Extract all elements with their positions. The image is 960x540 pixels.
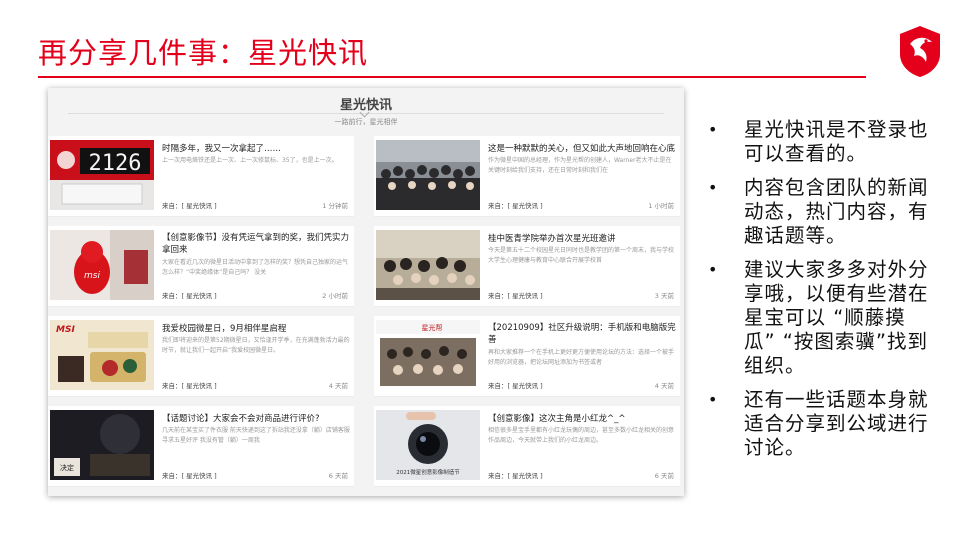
article-source[interactable]: 来自：[ 星光快讯 ] xyxy=(488,380,543,390)
article-time: 6 天前 xyxy=(654,472,674,480)
article-title[interactable]: 时隔多年，我又一次拿起了…… xyxy=(162,142,350,154)
bullet-item: • 内容包含团队的新闻动态，热门内容，有趣话题等。 xyxy=(704,176,934,248)
article-thumbnail xyxy=(376,140,480,210)
article-thumbnail: 2021微星创意影像制造节 xyxy=(376,410,480,480)
thumbnail-brand-text: MSI xyxy=(56,325,75,335)
bullet-icon: • xyxy=(708,390,719,409)
article-title[interactable]: 桂中医青学院举办首次星光班邀讲 xyxy=(488,232,676,244)
thumbnail-logo-text: msi xyxy=(84,271,100,281)
article-time: 3 天前 xyxy=(654,292,674,300)
article-thumbnail: 2126 xyxy=(50,140,154,210)
article-time: 6 天前 xyxy=(328,472,348,480)
article-card[interactable]: 2126 时隔多年，我又一次拿起了…… 上一次用电烙铁还是上一次、上一次修鼠标、… xyxy=(48,136,354,217)
article-time: 4 天前 xyxy=(654,382,674,390)
article-thumbnail: MSI xyxy=(50,320,154,390)
article-card[interactable]: 这是一种默默的关心，但又如此大声地回响在心底 作为微星中国的总经理，作为星光帮的… xyxy=(374,136,680,217)
article-time: 1 小时前 xyxy=(648,202,674,210)
bullet-list: • 星光快讯是不登录也可以查看的。 • 内容包含团队的新闻动态，热门内容，有趣话… xyxy=(704,118,934,470)
bullet-item: • 星光快讯是不登录也可以查看的。 xyxy=(704,118,934,166)
thumbnail-poster-text: 2021微星创意影像制造节 xyxy=(396,468,460,476)
article-source[interactable]: 来自：[ 星光快讯 ] xyxy=(488,200,543,210)
article-card[interactable]: 决定 【话题讨论】大家会不会对商品进行评价? 几天前在某宝买了件衣服 前天快递到… xyxy=(48,406,354,487)
article-card[interactable]: 星光帮 【20210909】社区升级说明：手机版和电脑版完善 再和大家推荐一个在… xyxy=(374,316,680,397)
article-thumbnail xyxy=(376,230,480,300)
article-card[interactable]: msi 【创意影像节】没有凭运气拿到的奖，我们凭实力拿回来 大家在看近几次的微星… xyxy=(48,226,354,307)
article-time: 1 分钟前 xyxy=(322,202,348,210)
bullet-icon: • xyxy=(708,178,719,197)
article-source[interactable]: 来自：[ 星光快讯 ] xyxy=(162,290,217,300)
article-summary: 相信很多星宝手里都有小红龙玩偶的周边，甚至多数小红龙相关的创意作品周边，今天就带… xyxy=(488,427,675,444)
article-summary: 我们即将迎来的是第52期微星日，又恰逢开学季，在充满蓬勃活力最的时节，就让我们一… xyxy=(162,337,350,354)
bullet-text: 建议大家多多对外分享哦，以便有些潜在星宝可以 “顺藤摸瓜” “按图索骥”找到组织… xyxy=(744,258,929,377)
article-time: 4 天前 xyxy=(328,382,348,390)
article-thumbnail: 决定 xyxy=(50,410,154,480)
thumbnail-card-text: 决定 xyxy=(60,463,74,472)
clock-digits: 2126 xyxy=(89,151,142,176)
article-title[interactable]: 【创意影像】这次主角是小红龙^_^ xyxy=(488,412,676,424)
site-subtitle: 一路前行，星光相伴 xyxy=(334,118,398,126)
article-title[interactable]: 【20210909】社区升级说明：手机版和电脑版完善 xyxy=(488,322,676,346)
web-screenshot: 星光快讯 一路前行，星光相伴 2126 时隔多年，我又一次拿起了…… 上一次用电… xyxy=(48,88,684,496)
title-divider xyxy=(38,76,866,78)
article-summary: 作为微星中国的总经理，作为星光帮的创建人，Warner老大不止是在关键时刻给我们… xyxy=(488,157,672,174)
article-card[interactable]: 桂中医青学院举办首次星光班邀讲 今天是第五十二个校园星光日同时也是教学团的第一个… xyxy=(374,226,680,307)
article-summary: 今天是第五十二个校园星光日同时也是教学团的第一个周末，我与学校大学生心理健康与教… xyxy=(488,247,675,264)
article-source[interactable]: 来自：[ 星光快讯 ] xyxy=(488,470,543,480)
bullet-text: 还有一些话题本身就适合分享到公域进行讨论。 xyxy=(744,388,929,459)
screenshot-header: 星光快讯 一路前行，星光相伴 xyxy=(48,88,684,126)
article-source[interactable]: 来自：[ 星光快讯 ] xyxy=(162,200,217,210)
article-title[interactable]: 这是一种默默的关心，但又如此大声地回响在心底 xyxy=(488,142,676,154)
bullet-item: • 还有一些话题本身就适合分享到公域进行讨论。 xyxy=(704,388,934,460)
article-card[interactable]: 2021微星创意影像制造节 【创意影像】这次主角是小红龙^_^ 相信很多星宝手里… xyxy=(374,406,680,487)
article-summary: 上一次用电烙铁还是上一次、上一次修鼠标、35了，也是上一次。 xyxy=(162,157,338,164)
article-summary: 再和大家推荐一个在手机上更好更方便使用论坛的方法：选择一个被手好用的浏览器，把论… xyxy=(488,349,675,366)
article-thumbnail: msi xyxy=(50,230,154,300)
article-title[interactable]: 【话题讨论】大家会不会对商品进行评价? xyxy=(162,412,350,424)
bullet-text: 星光快讯是不登录也可以查看的。 xyxy=(744,118,929,165)
article-source[interactable]: 来自：[ 星光快讯 ] xyxy=(162,470,217,480)
article-title[interactable]: 【创意影像节】没有凭运气拿到的奖，我们凭实力拿回来 xyxy=(162,232,350,256)
article-source[interactable]: 来自：[ 星光快讯 ] xyxy=(162,380,217,390)
bullet-icon: • xyxy=(708,260,719,279)
article-source[interactable]: 来自：[ 星光快讯 ] xyxy=(488,290,543,300)
article-summary: 大家在看近几次的微星日活动中拿到了怎样的奖？想凭自己独家的运气怎么样？“中奖绝缘… xyxy=(162,259,349,276)
bullet-text: 内容包含团队的新闻动态，热门内容，有趣话题等。 xyxy=(744,176,929,247)
bullet-item: • 建议大家多多对外分享哦，以便有些潜在星宝可以 “顺藤摸瓜” “按图索骥”找到… xyxy=(704,258,934,378)
article-thumbnail: 星光帮 xyxy=(376,320,480,390)
article-card[interactable]: MSI 我爱校园微星日，9月相伴星启程 我们即将迎来的是第52期微星日，又恰逢开… xyxy=(48,316,354,397)
bullet-icon: • xyxy=(708,120,719,139)
article-summary: 几天前在某宝买了件衣服 前天快递到这了拆站我还没拿（躺）店铺客服寻求五星好评 我… xyxy=(162,427,350,444)
article-time: 2 小时前 xyxy=(322,292,348,300)
article-title[interactable]: 我爱校园微星日，9月相伴星启程 xyxy=(162,322,350,334)
slide-title: 再分享几件事：星光快讯 xyxy=(38,36,369,70)
thumbnail-site-text: 星光帮 xyxy=(422,323,443,332)
msi-dragon-shield-icon xyxy=(896,24,944,78)
